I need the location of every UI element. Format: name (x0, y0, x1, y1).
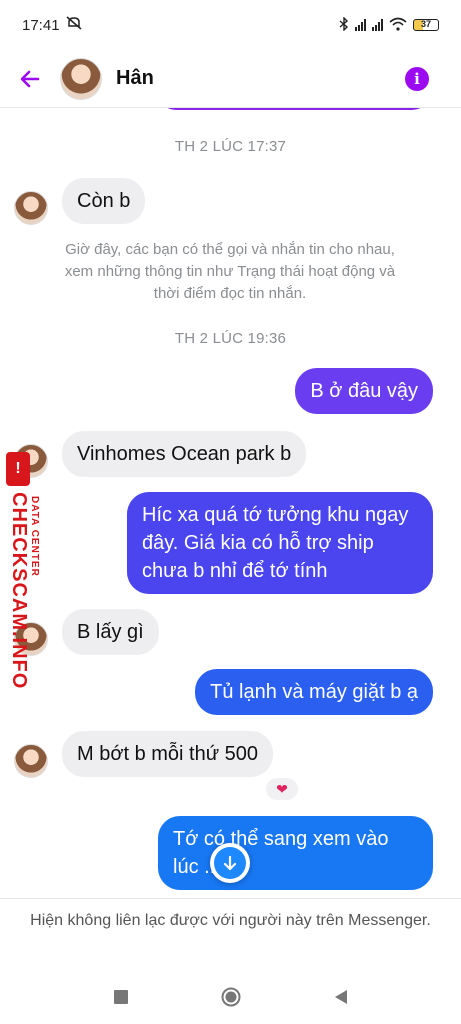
recents-icon[interactable] (111, 987, 131, 1007)
arrow-down-icon (214, 847, 246, 879)
signal-icon (372, 19, 383, 31)
contact-avatar[interactable] (60, 57, 102, 100)
outgoing-message[interactable]: Híc xa quá tớ tưởng khu ngay đây. Giá ki… (127, 492, 433, 594)
contact-name[interactable]: Hân (116, 67, 405, 90)
home-icon[interactable] (221, 987, 241, 1007)
scroll-to-bottom-button[interactable] (210, 843, 250, 883)
timestamp: TH 2 LÚC 19:36 (174, 330, 287, 347)
incoming-message[interactable]: Còn b (62, 178, 146, 224)
incoming-message[interactable]: M bớt b mỗi thứ 500 (62, 731, 274, 777)
avatar (14, 744, 48, 778)
watermark: ! CHECKSCAM.INFO DATA CENTER (2, 452, 46, 689)
unavailable-notice: Hiện không liên lạc được với người này t… (0, 898, 461, 970)
notice-text: Hiện không liên lạc được với người này t… (30, 912, 431, 929)
dnd-off-icon (66, 16, 82, 34)
chat-header: Hân i (0, 50, 461, 108)
outgoing-message[interactable]: Tớ có thể sang xem vào lúc ... đc (158, 816, 433, 890)
warning-badge-icon: ! (6, 452, 30, 486)
back-icon[interactable] (331, 987, 351, 1007)
timestamp: TH 2 LÚC 17:37 (174, 138, 287, 155)
back-arrow-icon[interactable] (0, 67, 60, 91)
heart-reaction-icon[interactable]: ❤ (264, 776, 300, 802)
outgoing-message[interactable]: Tủ lạnh và máy giặt b ạ (195, 669, 433, 715)
system-message: Giờ đây, các bạn có thể gọi và nhắn tin … (64, 241, 396, 302)
avatar (14, 191, 48, 225)
watermark-sub: DATA CENTER (29, 496, 40, 577)
status-time: 17:41 (22, 16, 60, 34)
battery-icon: 37 (413, 19, 439, 31)
chat-thread[interactable]: TH 2 LÚC 17:37 Còn b Giờ đây, các bạn có… (0, 108, 461, 898)
previous-message-bubble (158, 108, 430, 110)
bluetooth-icon (339, 15, 349, 34)
status-bar: 17:41 37 (0, 0, 461, 50)
navigation-bar (0, 970, 461, 1024)
wifi-icon (389, 17, 407, 34)
outgoing-message[interactable]: B ở đâu vậy (295, 368, 433, 414)
incoming-message[interactable]: Vinhomes Ocean park b (62, 431, 307, 477)
info-icon[interactable]: i (405, 66, 429, 91)
incoming-message[interactable]: B lấy gì (62, 609, 159, 655)
watermark-brand: CHECKSCAM.INFO (8, 492, 30, 690)
signal-icon (355, 19, 366, 31)
